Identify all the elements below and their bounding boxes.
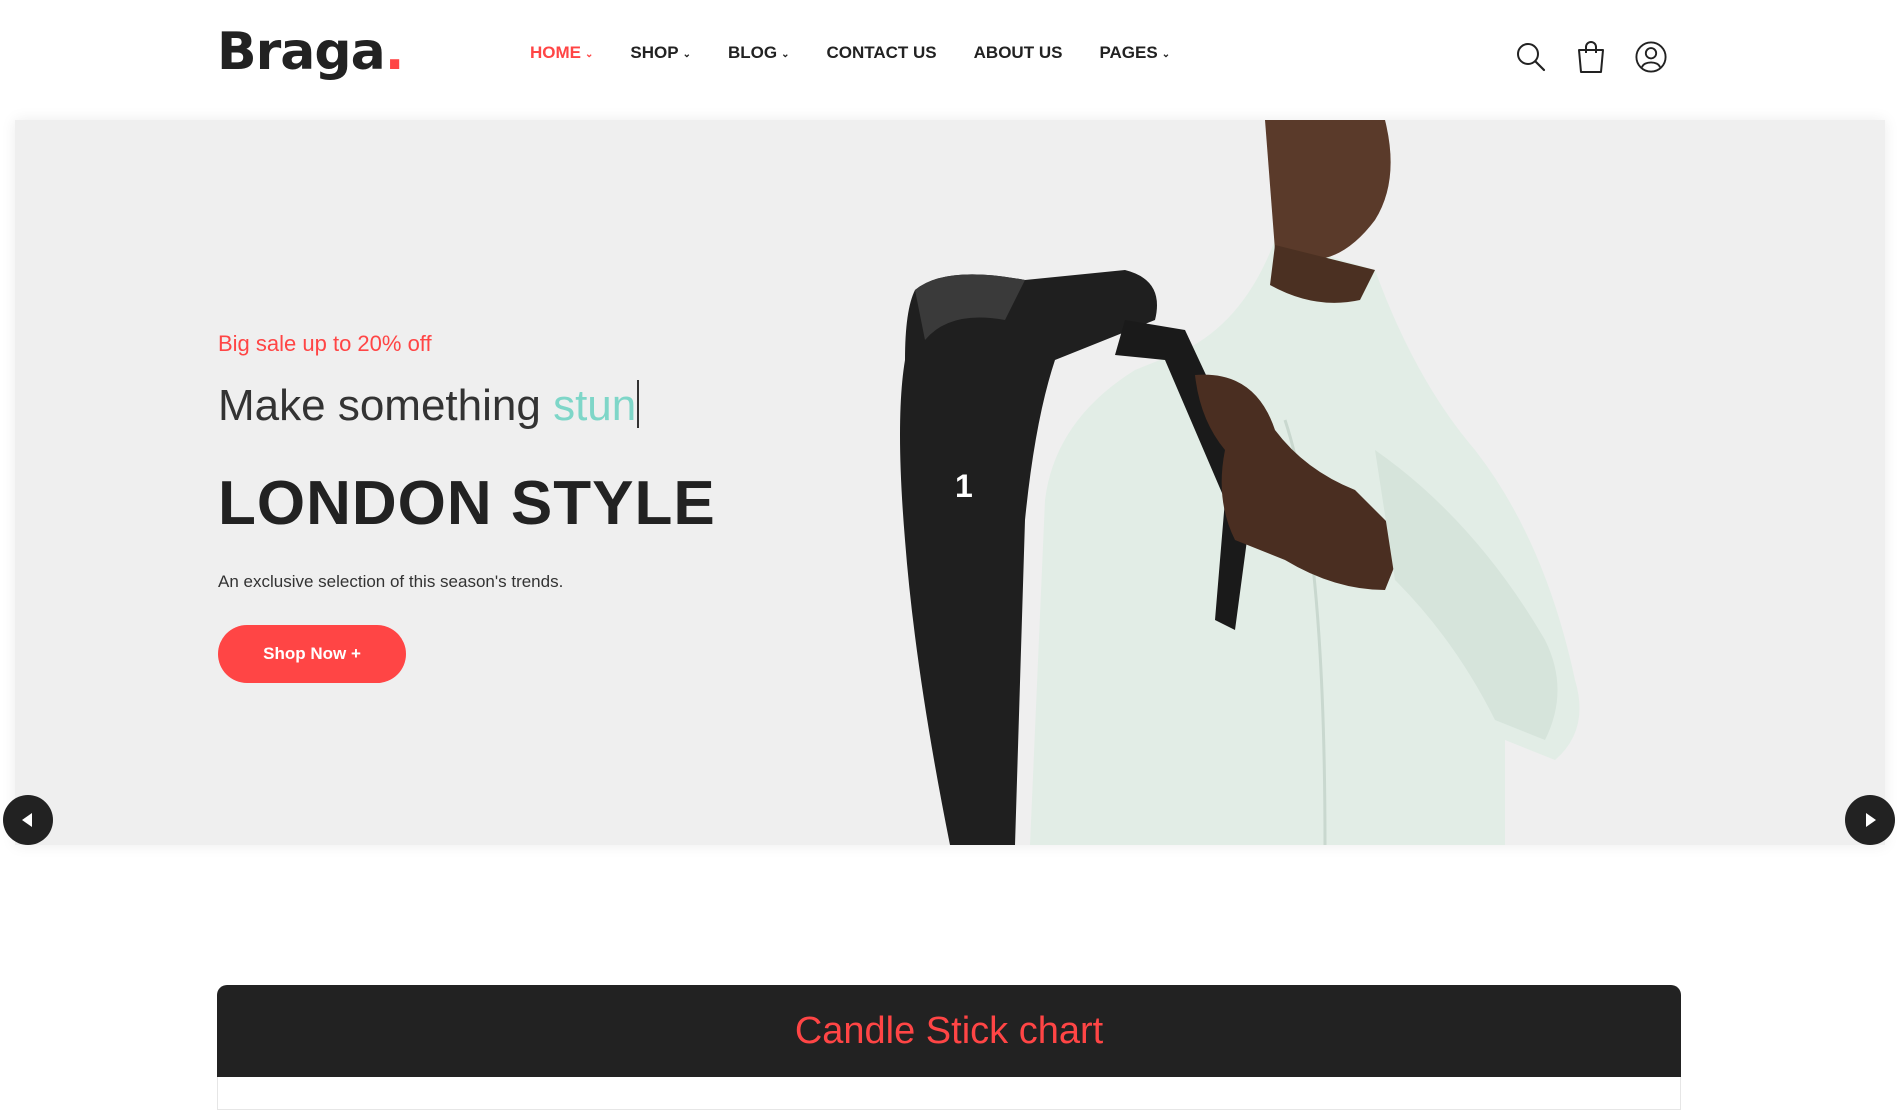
slider-next-button[interactable] (1845, 795, 1895, 845)
nav-item-shop[interactable]: SHOP ⌄ (630, 43, 691, 63)
promo-text: Big sale up to 20% off (218, 331, 432, 356)
chevron-down-icon: ⌄ (1161, 48, 1171, 60)
typed-tagline: Make something stun (218, 380, 640, 431)
hero-subtext: An exclusive selection of this season's … (218, 572, 564, 591)
chevron-down-icon: ⌄ (682, 48, 691, 60)
site-header: Braga. HOME ⌄ SHOP ⌄ BLOG ⌄ CONTACT US ABOU… (0, 0, 1898, 120)
hero-headline: LONDON STYLE (218, 469, 716, 538)
chart-section-header: Candle Stick chart (217, 985, 1681, 1077)
search-icon[interactable] (1515, 40, 1547, 74)
shop-now-button[interactable]: Shop Now + (218, 625, 406, 683)
text-cursor (637, 380, 640, 428)
main-nav: HOME ⌄ SHOP ⌄ BLOG ⌄ CONTACT US ABOUT US PA… (530, 43, 1207, 63)
nav-item-contact-us[interactable]: CONTACT US (826, 43, 936, 63)
hero-slider: Big sale up to 20% off Make something st… (15, 120, 1885, 845)
header-actions (1515, 40, 1667, 74)
user-icon[interactable] (1635, 40, 1667, 74)
play-right-icon (1866, 813, 1876, 827)
hero-image (900, 120, 1580, 845)
slide-number: 1 (955, 468, 973, 504)
nav-item-about-us[interactable]: ABOUT US (974, 43, 1063, 63)
chart-section-title: Candle Stick chart (794, 1009, 1104, 1052)
play-left-icon (22, 813, 32, 827)
brand-logo[interactable]: Braga. (217, 26, 404, 78)
chevron-down-icon: ⌄ (781, 48, 790, 60)
slider-prev-button[interactable] (3, 795, 53, 845)
shopping-bag-icon[interactable] (1575, 40, 1607, 74)
nav-item-pages[interactable]: PAGES ⌄ (1099, 43, 1170, 63)
chevron-down-icon: ⌄ (585, 48, 594, 60)
typed-word: stun (553, 381, 637, 430)
chart-body (217, 1077, 1681, 1110)
chart-section: Candle Stick chart (217, 985, 1681, 1110)
nav-item-home[interactable]: HOME ⌄ (530, 43, 593, 63)
nav-item-blog[interactable]: BLOG ⌄ (728, 43, 790, 63)
